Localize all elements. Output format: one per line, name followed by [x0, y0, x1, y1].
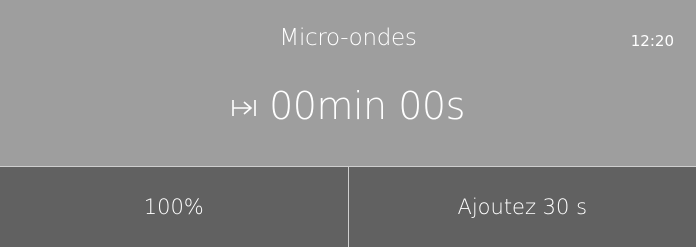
add-30s-label: Ajoutez 30 s — [457, 195, 588, 219]
clock: 12:20 — [630, 32, 674, 50]
power-button[interactable]: 100% — [0, 167, 348, 247]
timer-display[interactable]: 00min 00s — [0, 79, 696, 133]
status-panel: Micro-ondes 12:20 00min 00s — [0, 0, 696, 166]
mode-title[interactable]: Micro-ondes — [0, 22, 696, 54]
appliance-screen: Micro-ondes 12:20 00min 00s 100% Ajoutez… — [0, 0, 696, 247]
add-30s-button[interactable]: Ajoutez 30 s — [349, 167, 696, 247]
timer-value: 00min 00s — [269, 84, 465, 128]
duration-icon — [231, 96, 265, 120]
bottom-action-bar: 100% Ajoutez 30 s — [0, 167, 696, 247]
power-label: 100% — [143, 195, 204, 219]
